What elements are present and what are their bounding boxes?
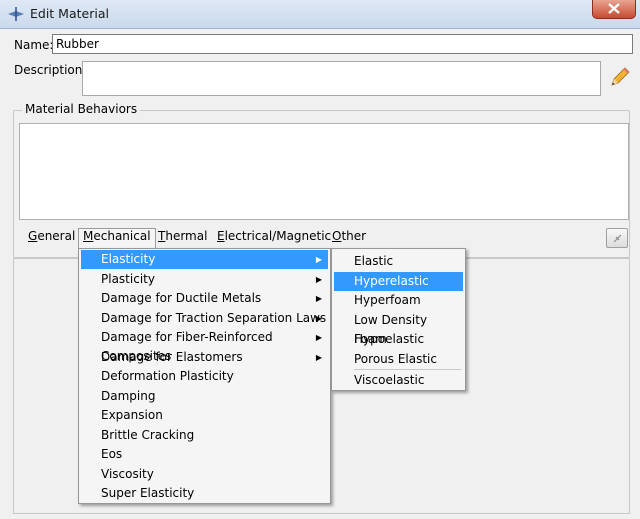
menu-item-deformation-plasticity[interactable]: Deformation Plasticity [81,367,328,386]
menu-item-hyperfoam[interactable]: Hyperfoam [334,291,463,310]
menu-item-low-density-foam[interactable]: Low Density Foam [334,311,463,346]
submenu-arrow-icon: ▶ [315,352,322,362]
mechanical-menu: Elasticity ▶ Plasticity ▶ Damage for Ducti… [78,248,331,504]
menu-item-expansion[interactable]: Expansion [81,406,328,425]
material-behaviors-list[interactable] [19,123,629,220]
menu-item-super-elasticity[interactable]: Super Elasticity [81,484,328,503]
menu-item-eos[interactable]: Eos [81,445,328,464]
tab-mechanical[interactable]: Mechanical [78,228,156,248]
submenu-arrow-icon: ▶ [315,313,322,323]
delete-behavior-button[interactable] [606,228,628,248]
tab-electrical-magnetic[interactable]: Electrical/Magnetic [217,229,331,243]
tab-thermal[interactable]: Thermal [158,229,207,243]
tab-other[interactable]: Other [332,229,366,243]
menu-item-hyperelastic[interactable]: Hyperelastic [334,271,463,291]
pencil-icon[interactable] [609,66,631,88]
menu-item-damage-elastomers[interactable]: Damage for Elastomers ▶ [81,348,328,367]
menu-separator [354,369,461,370]
menu-item-viscoelastic[interactable]: Viscoelastic [334,371,463,390]
window-title: Edit Material [30,6,109,21]
menu-item-plasticity[interactable]: Plasticity ▶ [81,270,328,289]
close-button[interactable] [592,0,636,19]
menu-item-elasticity[interactable]: Elasticity ▶ [81,250,328,269]
menu-item-damage-fiber-reinforced[interactable]: Damage for Fiber-Reinforced Composites ▶ [81,328,328,363]
submenu-arrow-icon: ▶ [315,333,322,342]
menu-item-elastic[interactable]: Elastic [334,252,463,271]
menu-item-damping[interactable]: Damping [81,387,328,406]
menu-item-viscosity[interactable]: Viscosity [81,465,328,484]
menu-item-brittle-cracking[interactable]: Brittle Cracking [81,426,328,445]
material-behaviors-title: Material Behaviors [22,102,141,116]
menu-item-damage-traction-separation[interactable]: Damage for Traction Separation Laws ▶ [81,309,328,328]
submenu-arrow-icon: ▶ [315,274,322,284]
description-input[interactable] [82,61,601,96]
app-icon [8,7,24,21]
name-label: Name: [14,38,54,52]
tab-general[interactable]: General [28,229,75,243]
name-input[interactable] [52,34,633,54]
submenu-arrow-icon: ▶ [315,294,322,303]
menu-item-damage-ductile-metals[interactable]: Damage for Ductile Metals ▶ [81,289,328,308]
close-icon [608,3,620,14]
menu-item-porous-elastic[interactable]: Porous Elastic [334,350,463,369]
menu-item-hypoelastic[interactable]: Hypoelastic [334,330,463,349]
elasticity-submenu: Elastic Hyperelastic Hyperfoam Low Densi… [331,248,466,391]
title-bar: Edit Material [0,0,640,29]
description-label: Description: [14,63,87,77]
submenu-arrow-icon: ▶ [315,255,322,264]
delete-icon [613,234,622,243]
